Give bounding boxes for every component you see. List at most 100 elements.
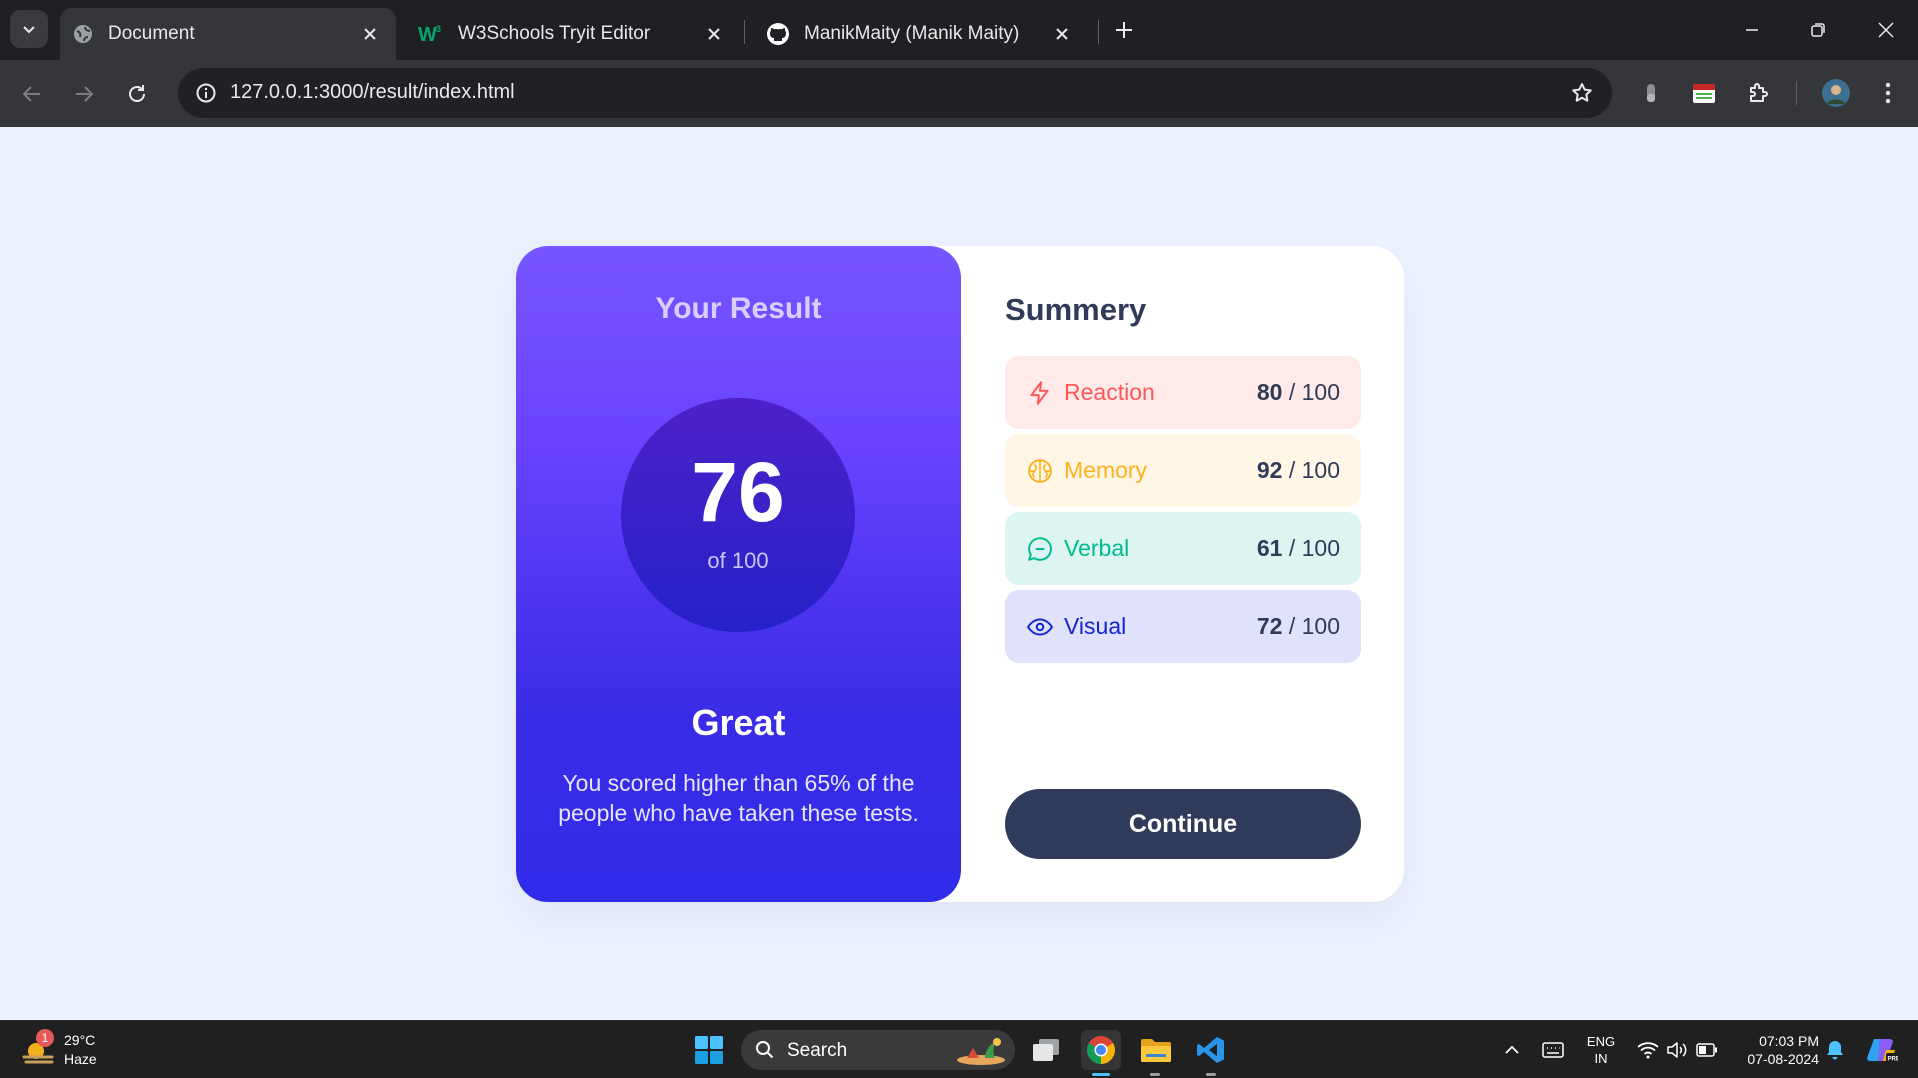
github-icon	[767, 23, 789, 45]
toolbar-separator	[1796, 81, 1797, 105]
search-icon	[756, 1041, 774, 1059]
folder-icon	[1141, 1039, 1171, 1062]
summary-item-score: 72 / 100	[1256, 613, 1340, 639]
wifi-icon	[1637, 1042, 1659, 1059]
tab-github[interactable]: ManikMaity (Manik Maity)	[752, 8, 1088, 60]
search-highlight-icon	[957, 1038, 1005, 1065]
summary-item-label: Reaction	[1064, 379, 1155, 405]
extensions-menu-button[interactable]	[1740, 75, 1776, 111]
tab-title: Document	[108, 23, 195, 44]
start-button[interactable]	[689, 1030, 729, 1070]
result-panel: Your Result 76 of 100 Great You scored h…	[516, 246, 961, 902]
more-vertical-icon	[1885, 82, 1891, 104]
touch-keyboard-button[interactable]	[1538, 1035, 1568, 1065]
summary-item-label: Verbal	[1064, 535, 1130, 561]
site-info-icon[interactable]	[190, 77, 222, 109]
forward-button[interactable]	[64, 74, 104, 114]
input-language-indicator[interactable]: ENG IN	[1584, 1033, 1618, 1067]
w3schools-icon: W3	[418, 24, 441, 45]
grade-title: Great	[691, 702, 786, 743]
tab-title: ManikMaity (Manik Maity)	[804, 23, 1020, 44]
score-of-text: of 100	[707, 548, 769, 573]
restore-button[interactable]	[1800, 12, 1836, 48]
minimize-icon	[1746, 29, 1758, 31]
plus-icon	[1116, 22, 1132, 38]
score-circle: 76 of 100	[621, 398, 855, 632]
close-tab-icon[interactable]	[358, 22, 382, 46]
close-window-button[interactable]	[1868, 12, 1904, 48]
notifications-button[interactable]	[1820, 1035, 1850, 1065]
puzzle-icon	[1750, 83, 1768, 102]
weather-widget[interactable]: 1 29°C Haze	[22, 1029, 112, 1071]
avatar	[1822, 79, 1850, 107]
battery-status[interactable]	[1692, 1035, 1722, 1065]
restore-icon	[1811, 23, 1825, 37]
reload-button[interactable]	[117, 74, 157, 114]
arrow-left-icon	[22, 86, 40, 102]
browser-tab-bar: Document W3 W3Schools Tryit Editor Manik…	[0, 0, 1918, 60]
browser-menu-button[interactable]	[1870, 75, 1906, 111]
summary-item-label: Visual	[1064, 613, 1127, 639]
bookmark-star-icon[interactable]	[1568, 79, 1596, 107]
close-icon	[1878, 22, 1894, 38]
taskbar-search-box[interactable]: Search	[741, 1030, 1015, 1070]
windows-logo-icon	[695, 1036, 723, 1064]
summary-item-label: Memory	[1064, 457, 1148, 483]
clock-time: 07:03 PM	[1759, 1033, 1819, 1049]
summary-item-reaction: Reaction 80 / 100	[1005, 356, 1361, 429]
chrome-icon	[1087, 1036, 1115, 1064]
extension-lamp-icon	[1647, 84, 1655, 102]
running-indicator	[1092, 1073, 1110, 1076]
lightning-icon	[1030, 381, 1049, 405]
weather-notification-badge: 1	[36, 1029, 54, 1047]
battery-icon	[1696, 1043, 1717, 1057]
chat-icon	[1028, 537, 1052, 561]
network-status[interactable]	[1633, 1035, 1663, 1065]
show-hidden-icons-button[interactable]	[1497, 1035, 1527, 1065]
copilot-icon: PRE	[1867, 1039, 1899, 1063]
task-view-icon	[1033, 1039, 1059, 1061]
back-button[interactable]	[12, 74, 52, 114]
tab-separator	[744, 20, 745, 44]
running-indicator	[1206, 1073, 1216, 1076]
summary-item-verbal: Verbal 61 / 100	[1005, 512, 1361, 585]
tab-w3schools[interactable]: W3 W3Schools Tryit Editor	[404, 8, 740, 60]
volume-status[interactable]	[1662, 1035, 1692, 1065]
close-tab-icon[interactable]	[702, 22, 726, 46]
reload-icon	[129, 85, 145, 102]
tab-document[interactable]: Document	[60, 8, 396, 60]
tab-title: W3Schools Tryit Editor	[458, 23, 651, 44]
address-bar[interactable]: 127.0.0.1:3000/result/index.html	[178, 68, 1612, 118]
summary-item-visual: Visual 72 / 100	[1005, 590, 1361, 663]
summary-item-score: 61 / 100	[1256, 535, 1340, 561]
url-text: 127.0.0.1:3000/result/index.html	[230, 81, 515, 103]
close-tab-icon[interactable]	[1050, 22, 1074, 46]
summary-title: Summery	[1005, 292, 1147, 327]
result-title: Your Result	[655, 292, 822, 325]
running-indicator	[1150, 1073, 1160, 1076]
taskbar-app-vscode[interactable]	[1191, 1030, 1231, 1070]
taskbar-app-file-explorer[interactable]	[1136, 1030, 1176, 1070]
svg-text:PRE: PRE	[1888, 1057, 1899, 1063]
task-view-button[interactable]	[1026, 1030, 1066, 1070]
minimize-button[interactable]	[1734, 12, 1770, 48]
extension-button[interactable]	[1686, 75, 1722, 111]
summary-item-score: 92 / 100	[1256, 457, 1340, 483]
taskbar-app-chrome[interactable]	[1081, 1030, 1121, 1070]
new-tab-button[interactable]	[1108, 14, 1140, 46]
search-label: Search	[787, 1040, 848, 1061]
browser-toolbar: 127.0.0.1:3000/result/index.html	[0, 60, 1918, 127]
tab-search-button[interactable]	[10, 10, 48, 48]
profile-button[interactable]	[1818, 75, 1854, 111]
brain-icon	[1028, 459, 1052, 483]
extension-button[interactable]	[1633, 75, 1669, 111]
copilot-button[interactable]: PRE	[1864, 1035, 1900, 1065]
keyboard-icon	[1542, 1042, 1564, 1058]
score-value: 76	[691, 445, 785, 539]
page-content: Your Result 76 of 100 Great You scored h…	[0, 127, 1918, 1020]
chevron-up-icon	[1505, 1045, 1519, 1054]
system-clock[interactable]: 07:03 PM 07-08-2024	[1735, 1032, 1819, 1068]
arrow-right-icon	[76, 86, 94, 102]
summary-item-memory: Memory 92 / 100	[1005, 434, 1361, 507]
continue-button[interactable]: Continue	[1005, 789, 1361, 859]
